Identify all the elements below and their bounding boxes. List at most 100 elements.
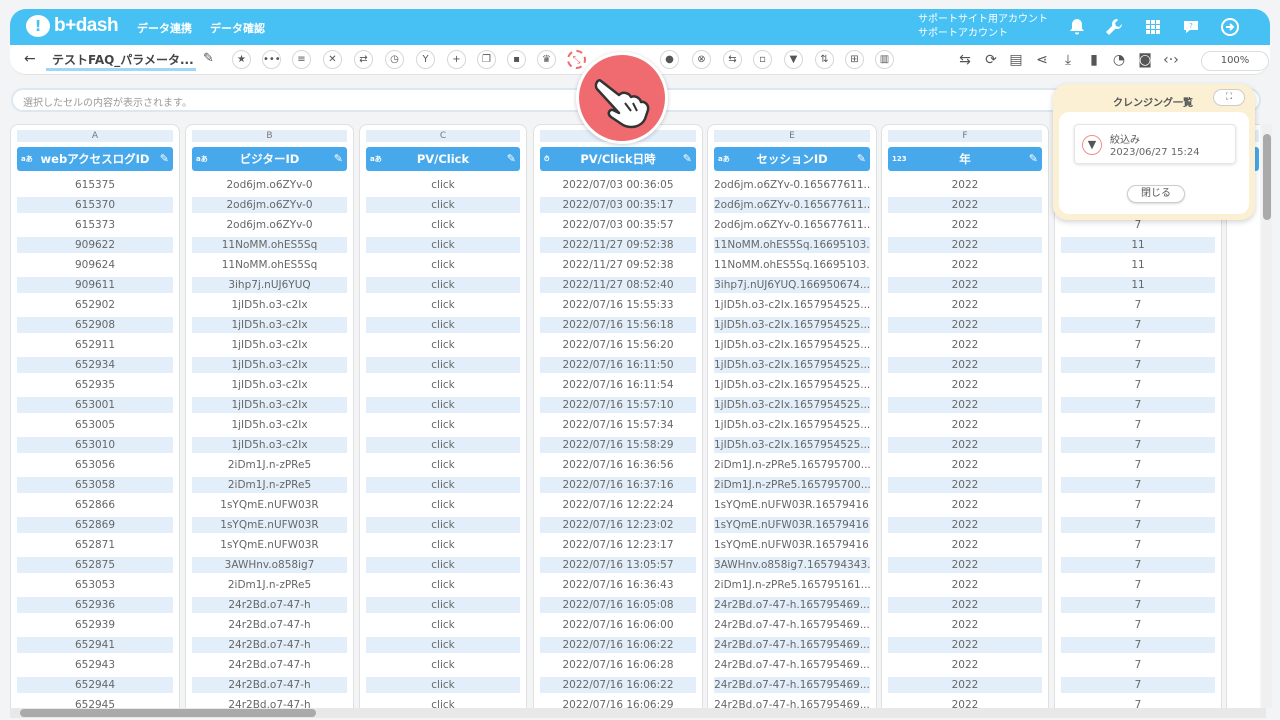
close-button[interactable]: 閉じる bbox=[1127, 185, 1185, 203]
sort-icon[interactable]: ⇅ bbox=[815, 50, 834, 69]
table-cell[interactable]: 615373 bbox=[17, 217, 173, 233]
table-cell[interactable]: 1jID5h.o3-c2Ix bbox=[192, 437, 347, 453]
table-cell[interactable]: 2od6jm.o6ZYv-0 bbox=[192, 177, 347, 193]
table-cell[interactable]: 652871 bbox=[17, 537, 173, 553]
table-cell[interactable]: 7 bbox=[1061, 577, 1215, 593]
table-cell[interactable]: 3AWHnv.o858ig7 bbox=[192, 557, 347, 573]
nav-link-data-integration[interactable]: データ連携 bbox=[137, 20, 192, 36]
table-cell[interactable]: 1sYQmE.nUFW03R.16579416... bbox=[714, 517, 870, 533]
table-cell[interactable]: 2022 bbox=[888, 317, 1042, 333]
crown-icon[interactable]: ♛ bbox=[537, 50, 556, 69]
edit-column-icon[interactable]: ✎ bbox=[334, 147, 343, 171]
table-cell[interactable]: 2022/07/16 16:36:43 bbox=[540, 577, 696, 593]
table-cell[interactable]: 653005 bbox=[17, 417, 173, 433]
table-cell[interactable]: 1jID5h.o3-c2Ix.1657954525... bbox=[714, 377, 870, 393]
table-cell[interactable]: click bbox=[366, 257, 520, 273]
delete-icon[interactable]: ▪ bbox=[507, 50, 526, 69]
table-cell[interactable]: click bbox=[366, 357, 520, 373]
column-letter[interactable]: A bbox=[17, 130, 173, 142]
table-cell[interactable]: 11NoMM.ohES5Sq.16695103... bbox=[714, 237, 870, 253]
table-cell[interactable]: 24r2Bd.o7-47-h.165795469... bbox=[714, 657, 870, 673]
bell-icon[interactable] bbox=[1067, 17, 1087, 37]
table-cell[interactable]: 2iDm1J.n-zPRe5 bbox=[192, 577, 347, 593]
table-cell[interactable]: 1sYQmE.nUFW03R bbox=[192, 497, 347, 513]
table-cell[interactable]: 7 bbox=[1061, 337, 1215, 353]
table-cell[interactable]: 652869 bbox=[17, 517, 173, 533]
table-cell[interactable]: click bbox=[366, 577, 520, 593]
table-cell[interactable]: 652943 bbox=[17, 657, 173, 673]
favorite-star-icon[interactable]: ★ bbox=[232, 50, 251, 69]
more-options-icon[interactable]: ••• bbox=[262, 50, 281, 69]
table-cell[interactable]: 2od6jm.o6ZYv-0.165677611... bbox=[714, 197, 870, 213]
clipboard-icon[interactable]: ▤ bbox=[1007, 51, 1025, 69]
table-cell[interactable]: 7 bbox=[1061, 377, 1215, 393]
table-cell[interactable]: 1jID5h.o3-c2Ix.1657954525... bbox=[714, 337, 870, 353]
table-cell[interactable]: click bbox=[366, 437, 520, 453]
table-cell[interactable]: 24r2Bd.o7-47-h bbox=[192, 697, 347, 708]
table-cell[interactable]: 7 bbox=[1061, 537, 1215, 553]
table-cell[interactable]: 2022 bbox=[888, 197, 1042, 213]
table-cell[interactable]: click bbox=[366, 237, 520, 253]
table-cell[interactable]: 1jID5h.o3-c2Ix bbox=[192, 297, 347, 313]
tools-icon[interactable]: ✕ bbox=[323, 50, 342, 69]
table-cell[interactable]: 7 bbox=[1061, 357, 1215, 373]
table-cell[interactable]: 1jID5h.o3-c2Ix.1657954525... bbox=[714, 397, 870, 413]
table-cell[interactable]: 1jID5h.o3-c2Ix.1657954525... bbox=[714, 317, 870, 333]
table-cell[interactable]: 7 bbox=[1061, 397, 1215, 413]
table-cell[interactable]: 615370 bbox=[17, 197, 173, 213]
trash-icon[interactable]: ▮ bbox=[1085, 51, 1103, 69]
table-cell[interactable]: 2022 bbox=[888, 377, 1042, 393]
table-cell[interactable]: 1jID5h.o3-c2Ix.1657954525... bbox=[714, 357, 870, 373]
table-cell[interactable]: click bbox=[366, 297, 520, 313]
table-cell[interactable]: click bbox=[366, 217, 520, 233]
column-letter[interactable]: F bbox=[888, 130, 1042, 142]
table-cell[interactable]: 11NoMM.ohES5Sq.16695103... bbox=[714, 257, 870, 273]
edit-column-icon[interactable]: ✎ bbox=[857, 147, 866, 171]
table-cell[interactable]: 11NoMM.ohES5Sq bbox=[192, 237, 347, 253]
table-cell[interactable]: 7 bbox=[1061, 557, 1215, 573]
table-cell[interactable]: 7 bbox=[1061, 617, 1215, 633]
edit-column-icon[interactable]: ✎ bbox=[160, 147, 169, 171]
table-cell[interactable]: 1jID5h.o3-c2Ix bbox=[192, 317, 347, 333]
table-cell[interactable]: 11 bbox=[1061, 257, 1215, 273]
table-cell[interactable]: 2od6jm.o6ZYv-0.165677611... bbox=[714, 217, 870, 233]
horizontal-scrollbar[interactable] bbox=[10, 708, 1266, 718]
table-cell[interactable]: 652934 bbox=[17, 357, 173, 373]
table-cell[interactable]: 2022 bbox=[888, 517, 1042, 533]
table-cell[interactable]: 24r2Bd.o7-47-h bbox=[192, 597, 347, 613]
table-cell[interactable]: 7 bbox=[1061, 497, 1215, 513]
table-cell[interactable]: 2022 bbox=[888, 437, 1042, 453]
table-cell[interactable]: 24r2Bd.o7-47-h.165795469... bbox=[714, 617, 870, 633]
sheet-name[interactable]: テストFAQ_パラメータ... bbox=[46, 51, 196, 71]
table-cell[interactable]: 2022/07/16 15:57:34 bbox=[540, 417, 696, 433]
table-cell[interactable]: 7 bbox=[1061, 417, 1215, 433]
table-cell[interactable]: 652941 bbox=[17, 637, 173, 653]
table-cell[interactable]: 7 bbox=[1061, 677, 1215, 693]
table-cell[interactable]: 2022 bbox=[888, 637, 1042, 653]
shuffle-icon[interactable]: ⇄ bbox=[354, 50, 373, 69]
table-cell[interactable]: 3ihp7j.nUJ6YUQ.166950674... bbox=[714, 277, 870, 293]
table-cell[interactable]: 2022/07/16 15:55:33 bbox=[540, 297, 696, 313]
table-cell[interactable]: 11NoMM.ohES5Sq bbox=[192, 257, 347, 273]
table-cell[interactable]: click bbox=[366, 317, 520, 333]
history-icon[interactable]: ◔ bbox=[1110, 51, 1128, 69]
column-letter[interactable]: B bbox=[192, 130, 347, 142]
table-cell[interactable]: 2022 bbox=[888, 657, 1042, 673]
table-cell[interactable]: 2022/07/16 12:22:24 bbox=[540, 497, 696, 513]
table-cell[interactable]: 909624 bbox=[17, 257, 173, 273]
table-cell[interactable]: 615375 bbox=[17, 177, 173, 193]
column-letter[interactable]: C bbox=[366, 130, 520, 142]
nav-link-data-view[interactable]: データ確認 bbox=[210, 20, 265, 36]
table-cell[interactable]: 3ihp7j.nUJ6YUQ bbox=[192, 277, 347, 293]
table-cell[interactable]: 2022/07/16 16:06:28 bbox=[540, 657, 696, 673]
table-cell[interactable]: 7 bbox=[1061, 477, 1215, 493]
table-cell[interactable]: 2od6jm.o6ZYv-0.165677611... bbox=[714, 177, 870, 193]
table-cell[interactable]: 653058 bbox=[17, 477, 173, 493]
column-letter[interactable]: E bbox=[714, 130, 870, 142]
table-cell[interactable]: click bbox=[366, 557, 520, 573]
table-cell[interactable]: 652939 bbox=[17, 617, 173, 633]
table-cell[interactable]: 1jID5h.o3-c2Ix bbox=[192, 397, 347, 413]
column-header[interactable]: aあ webアクセスログID ✎ bbox=[17, 147, 173, 171]
table-cell[interactable]: click bbox=[366, 377, 520, 393]
expand-icon[interactable]: ⛶ bbox=[1213, 89, 1245, 106]
